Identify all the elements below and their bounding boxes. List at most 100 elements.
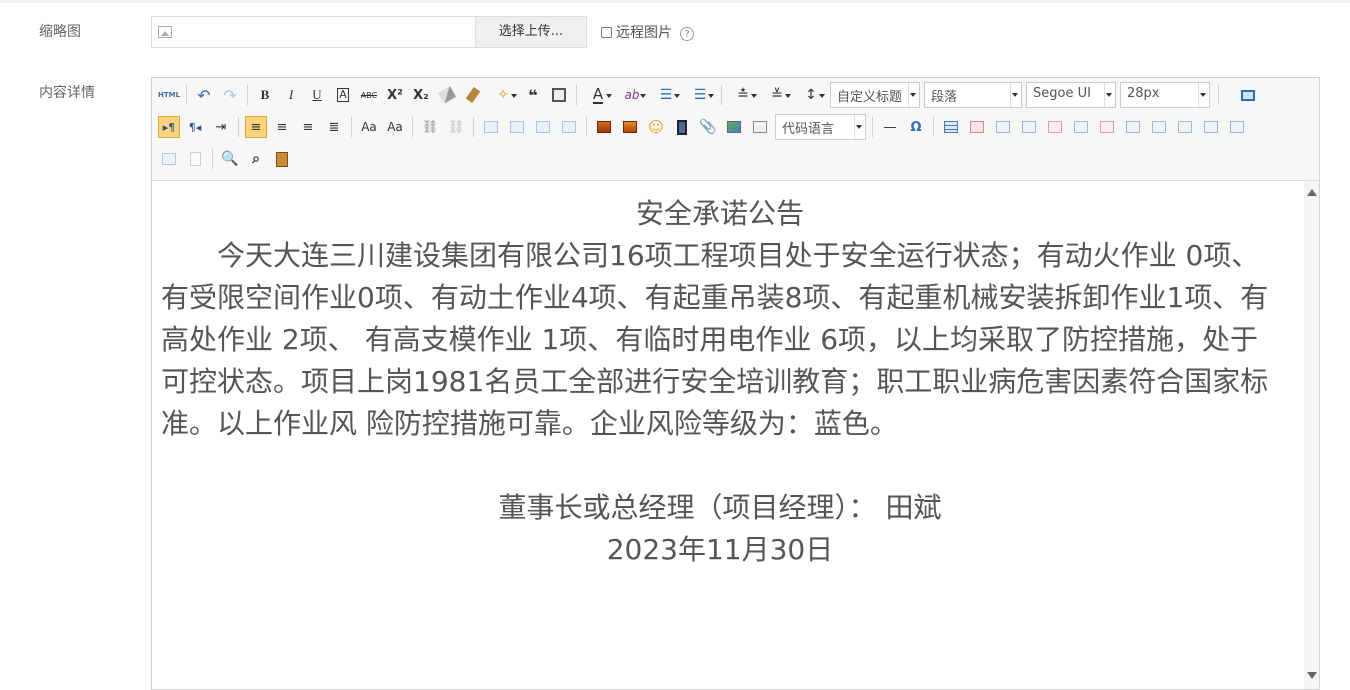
scroll-down-icon[interactable] (1307, 672, 1317, 679)
document-body: 安全承诺公告 今天大连三川建设集团有限公司16项工程项目处于安全运行状态；有动火… (161, 193, 1279, 571)
align-justify-button[interactable]: ≣ (323, 116, 345, 138)
undo-button[interactable]: ↶ (193, 84, 215, 106)
magic-wand-icon: ✧ (497, 87, 509, 103)
ltr-direction-button[interactable]: ▸¶ (158, 116, 180, 138)
align-right-button[interactable]: ≡ (297, 116, 319, 138)
delete-column-button[interactable] (1096, 116, 1118, 138)
source-code-button[interactable]: HTML (158, 84, 180, 106)
horizontal-rule-button[interactable]: — (879, 116, 901, 138)
split-columns-icon (162, 153, 176, 165)
insert-row-button[interactable] (1018, 116, 1040, 138)
upload-button[interactable]: 选择上传... (475, 16, 587, 48)
superscript-button[interactable]: X² (384, 84, 406, 106)
monitor-icon (1241, 89, 1255, 101)
remove-format-button[interactable] (436, 84, 458, 106)
preview-button[interactable]: 🔍 (219, 148, 241, 170)
align-left-button[interactable]: ≡ (245, 116, 267, 138)
insert-frame-button[interactable] (749, 116, 771, 138)
remote-image-checkbox[interactable] (601, 26, 612, 38)
rtl-icon: ¶◂ (188, 120, 202, 134)
unordered-list-icon: ☰ (693, 87, 707, 103)
line-height-icon: ↕ (805, 87, 817, 103)
insert-column-button[interactable] (1070, 116, 1092, 138)
merge-right-button[interactable] (1148, 116, 1170, 138)
table-icon (944, 121, 958, 133)
paragraph-spacing-top-button[interactable]: ≛ (728, 84, 758, 106)
line-height-button[interactable]: ↕ (796, 84, 826, 106)
map-button[interactable] (723, 116, 745, 138)
underline-icon: U (312, 87, 322, 102)
eraser-icon (437, 86, 457, 104)
special-char-button[interactable]: Ω (905, 116, 927, 138)
map-icon (727, 121, 741, 133)
custom-title-select[interactable]: 自定义标题 (830, 82, 920, 108)
link-button[interactable]: ⛓ (419, 116, 441, 138)
font-family-select[interactable]: Segoe UI (1026, 82, 1116, 108)
notice-paragraph: 今天大连三川建设集团有限公司16项工程项目处于安全运行状态；有动火作业 0项、有… (161, 239, 1269, 440)
redo-button[interactable]: ↷ (219, 84, 241, 106)
underline-button[interactable]: U (306, 84, 328, 106)
help-icon[interactable]: ? (680, 26, 694, 41)
draft-button[interactable] (271, 148, 293, 170)
binoculars-icon: ⌕ (252, 151, 260, 167)
superscript-icon: X² (387, 87, 403, 103)
notice-date: 2023年11月30日 (606, 533, 834, 566)
blockquote-button[interactable]: ❝ (522, 84, 544, 106)
format-painter-button[interactable] (462, 84, 484, 106)
highlight-button[interactable]: ab (617, 84, 647, 106)
split-cells-button[interactable] (1200, 116, 1222, 138)
thumbnail-input[interactable] (151, 16, 475, 48)
bold-icon: B (260, 87, 270, 102)
uppercase-icon: Aa (361, 120, 377, 134)
insert-table-button[interactable] (940, 116, 962, 138)
image-right-button[interactable] (532, 116, 554, 138)
print-button[interactable] (184, 148, 206, 170)
ordered-list-icon: ☰ (659, 87, 673, 103)
split-columns-button[interactable] (158, 148, 180, 170)
subscript-button[interactable]: X₂ (410, 84, 432, 106)
font-color-button[interactable]: A (583, 84, 613, 106)
attachment-button[interactable]: 📎 (697, 116, 719, 138)
delete-table-button[interactable] (966, 116, 988, 138)
font-border-button[interactable]: A (332, 84, 354, 106)
page-icon (189, 152, 201, 166)
editor-toolbar: HTML ↶ ↷ B I U A ABC X² X₂ ✧ ❝ A ab ☰ ☰ … (152, 78, 1319, 181)
image-left-button[interactable] (506, 116, 528, 138)
multi-image-button[interactable] (619, 116, 641, 138)
fullscreen-button[interactable] (1237, 84, 1259, 106)
spacing-top-icon: ≛ (737, 87, 749, 103)
italic-button[interactable]: I (280, 84, 302, 106)
insert-paragraph-before-table-button[interactable] (992, 116, 1014, 138)
font-size-select[interactable]: 28px (1120, 82, 1210, 108)
strikethrough-button[interactable]: ABC (358, 84, 380, 106)
unordered-list-button[interactable]: ☰ (685, 84, 715, 106)
uppercase-button[interactable]: Aa (358, 116, 380, 138)
image-center-button[interactable] (558, 116, 580, 138)
unlink-button[interactable]: ⛓ (445, 116, 467, 138)
paragraph-format-select[interactable]: 段落 (924, 82, 1022, 108)
auto-typeset-button[interactable]: ✧ (488, 84, 518, 106)
lowercase-button[interactable]: Aa (384, 116, 406, 138)
align-center-button[interactable]: ≡ (271, 116, 293, 138)
pictures-icon (623, 121, 637, 133)
code-language-select[interactable]: 代码语言 (775, 114, 866, 140)
image-none-button[interactable] (480, 116, 502, 138)
editor-content-area[interactable]: 安全承诺公告 今天大连三川建设集团有限公司16项工程项目处于安全运行状态；有动火… (152, 181, 1304, 689)
paragraph-spacing-bottom-button[interactable]: ≚ (762, 84, 792, 106)
indent-button[interactable]: ⇥ (210, 116, 232, 138)
scroll-up-icon[interactable] (1307, 189, 1317, 196)
split-rows-button[interactable] (1226, 116, 1248, 138)
emotion-button[interactable]: ☺ (645, 116, 667, 138)
search-replace-button[interactable]: ⌕ (245, 148, 267, 170)
simple-upload-button[interactable] (593, 116, 615, 138)
delete-row-button[interactable] (1044, 116, 1066, 138)
merge-down-button[interactable] (1174, 116, 1196, 138)
paste-plain-button[interactable] (548, 84, 570, 106)
html-icon: HTML (157, 91, 181, 99)
merge-cells-button[interactable] (1122, 116, 1144, 138)
bold-button[interactable]: B (254, 84, 276, 106)
ordered-list-button[interactable]: ☰ (651, 84, 681, 106)
rtl-direction-button[interactable]: ¶◂ (184, 116, 206, 138)
editor-scrollbar[interactable] (1304, 181, 1319, 689)
insert-video-button[interactable] (671, 116, 693, 138)
